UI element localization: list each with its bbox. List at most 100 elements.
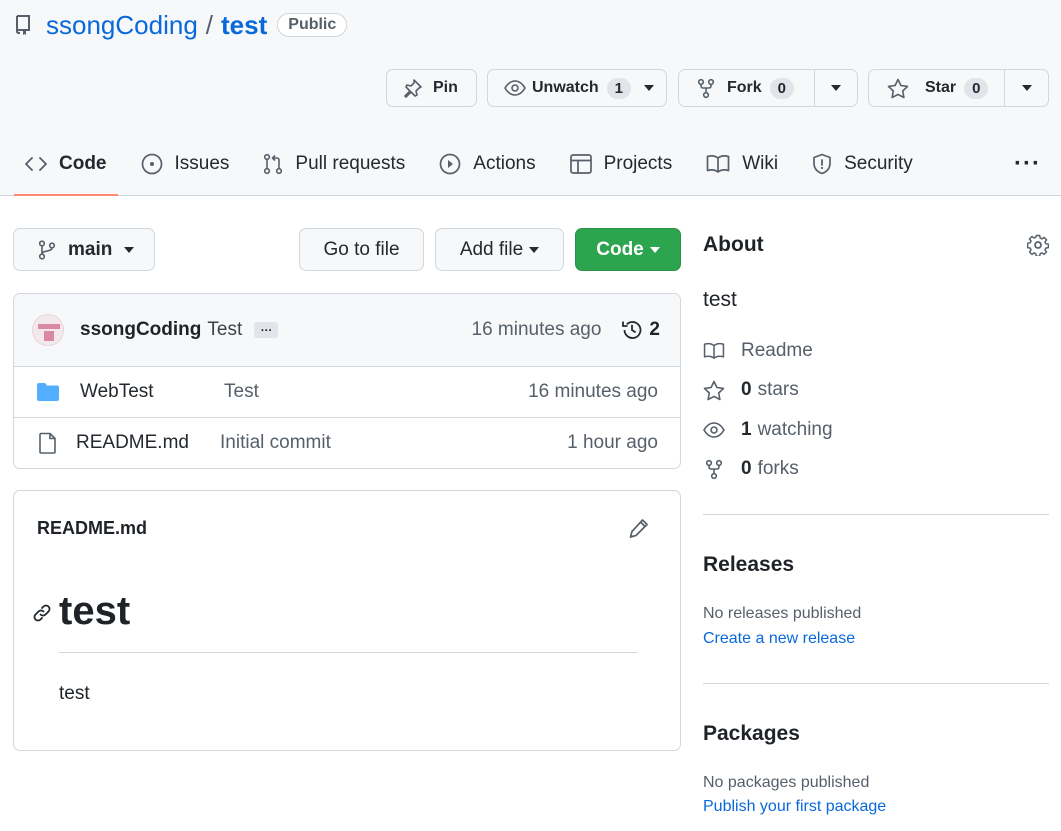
sidebar-divider xyxy=(703,683,1049,684)
eye-icon xyxy=(504,80,526,96)
releases-heading[interactable]: Releases xyxy=(703,553,794,577)
fork-dropdown[interactable] xyxy=(814,70,857,106)
code-button[interactable]: Code xyxy=(575,228,681,271)
issue-icon xyxy=(141,153,163,175)
file-row[interactable]: WebTest Test 16 minutes ago xyxy=(14,367,680,417)
watching-count: 1 xyxy=(741,419,752,440)
chevron-down-icon xyxy=(1021,85,1032,91)
commit-time[interactable]: 16 minutes ago xyxy=(472,319,602,341)
tab-label: Pull requests xyxy=(295,153,406,174)
forks-link[interactable]: 0 forks xyxy=(703,458,799,480)
file-row[interactable]: README.md Initial commit 1 hour ago xyxy=(14,417,680,467)
go-to-file-button[interactable]: Go to file xyxy=(299,228,424,271)
commit-history-link[interactable]: 2 xyxy=(621,319,660,341)
chevron-down-icon xyxy=(649,246,660,253)
add-file-button[interactable]: Add file xyxy=(435,228,564,271)
gear-icon[interactable] xyxy=(1027,234,1049,256)
watching-label: watching xyxy=(757,419,833,440)
commit-expand-button[interactable]: … xyxy=(254,321,279,338)
anchor-link-icon[interactable] xyxy=(32,603,52,623)
pull-request-icon xyxy=(263,153,283,175)
tab-label: Projects xyxy=(603,153,673,174)
publish-package-link[interactable]: Publish your first package xyxy=(703,798,886,816)
fork-icon xyxy=(703,459,723,479)
file-icon xyxy=(36,432,58,454)
branch-icon xyxy=(38,239,56,260)
stars-label: stars xyxy=(757,379,799,400)
chevron-down-icon xyxy=(124,246,135,253)
repo-name-link[interactable]: test xyxy=(221,10,267,41)
packages-note: No packages published xyxy=(703,774,870,791)
file-commit-message[interactable]: Initial commit xyxy=(220,432,331,454)
star-counter: 0 xyxy=(964,77,989,99)
star-dropdown[interactable] xyxy=(1004,70,1048,106)
book-icon xyxy=(706,154,730,174)
avatar[interactable] xyxy=(32,314,64,346)
star-label: Star xyxy=(925,79,957,96)
packages-heading[interactable]: Packages xyxy=(703,722,800,746)
chevron-down-icon xyxy=(831,85,841,91)
pin-label: Pin xyxy=(433,79,458,96)
branch-selector[interactable]: main xyxy=(13,228,155,271)
chevron-down-icon xyxy=(529,246,540,253)
tab-label: Code xyxy=(59,153,107,174)
readme-link[interactable]: Readme xyxy=(703,340,813,362)
eye-icon xyxy=(703,422,725,438)
owner-link[interactable]: ssongCoding xyxy=(46,10,198,41)
tab-issues[interactable]: Issues xyxy=(130,138,241,190)
tab-code[interactable]: Code xyxy=(14,138,118,196)
readme-body: test xyxy=(59,683,90,704)
tab-wiki[interactable]: Wiki xyxy=(695,138,789,190)
sidebar-divider xyxy=(703,514,1049,515)
code-label: Code xyxy=(596,238,644,260)
tab-label: Issues xyxy=(174,153,230,174)
about-heading: About xyxy=(703,233,764,256)
tab-pull-requests[interactable]: Pull requests xyxy=(252,138,416,190)
readme-label: Readme xyxy=(741,340,813,361)
file-name[interactable]: README.md xyxy=(76,432,220,454)
unwatch-button[interactable]: Unwatch 1 xyxy=(488,70,632,106)
create-release-link[interactable]: Create a new release xyxy=(703,630,855,648)
repo-description: test xyxy=(703,288,737,311)
fork-icon xyxy=(697,78,715,98)
path-separator: / xyxy=(205,9,214,40)
file-name[interactable]: WebTest xyxy=(80,381,224,403)
code-icon xyxy=(25,156,47,172)
book-icon xyxy=(703,342,725,360)
stars-link[interactable]: 0 stars xyxy=(703,379,799,401)
star-icon xyxy=(703,380,725,401)
more-tabs-icon[interactable]: ··· xyxy=(1014,150,1041,178)
pencil-icon[interactable] xyxy=(628,517,650,539)
forks-label: forks xyxy=(757,458,799,479)
tab-actions[interactable]: Actions xyxy=(428,138,546,190)
tab-label: Actions xyxy=(473,153,536,174)
tab-label: Wiki xyxy=(742,153,779,174)
star-button[interactable]: Star 0 xyxy=(869,70,1004,106)
chevron-down-icon xyxy=(643,85,654,91)
folder-icon xyxy=(36,382,60,402)
commit-message[interactable]: Test xyxy=(207,319,242,341)
history-icon xyxy=(621,319,643,341)
unwatch-dropdown[interactable] xyxy=(631,85,666,91)
visibility-badge: Public xyxy=(277,13,348,37)
tab-security[interactable]: Security xyxy=(801,138,924,190)
file-time: 16 minutes ago xyxy=(528,381,658,402)
readme-heading: test xyxy=(59,589,131,633)
fork-button[interactable]: Fork 0 xyxy=(679,70,814,106)
repo-title: ssongCoding / test Public xyxy=(14,9,348,41)
file-time: 1 hour ago xyxy=(567,431,658,453)
fork-counter: 0 xyxy=(769,77,795,99)
table-icon xyxy=(569,154,592,174)
pin-button[interactable]: Pin xyxy=(386,69,477,107)
repo-nav: Code Issues Pull requests Actions Projec… xyxy=(14,138,936,196)
watching-link[interactable]: 1 watching xyxy=(703,419,833,441)
fork-button-group: Fork 0 xyxy=(678,69,858,107)
readme-divider xyxy=(59,652,638,653)
commit-count: 2 xyxy=(649,319,660,340)
tab-projects[interactable]: Projects xyxy=(559,138,684,190)
commit-author[interactable]: ssongCoding xyxy=(80,319,201,341)
file-commit-message[interactable]: Test xyxy=(224,381,259,403)
stars-count: 0 xyxy=(741,379,752,400)
readme-filename[interactable]: README.md xyxy=(37,518,147,539)
unwatch-button-group: Unwatch 1 xyxy=(487,69,667,107)
